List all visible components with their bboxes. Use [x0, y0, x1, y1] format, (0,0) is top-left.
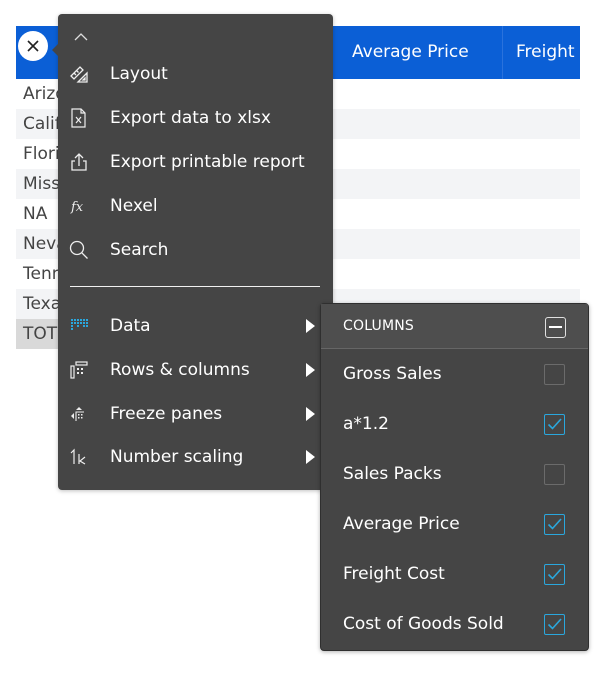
rows-columns-icon	[68, 359, 90, 381]
menu-item-number-scaling[interactable]: Number scaling	[58, 437, 333, 477]
search-icon	[68, 239, 90, 261]
column-option-label: Sales Packs	[343, 464, 442, 484]
data-grid-icon	[68, 315, 90, 337]
menu-item-nexel[interactable]: fx Nexel	[58, 186, 333, 226]
number-scaling-icon	[68, 446, 90, 468]
columns-submenu: COLUMNS Gross Sales a*1.2 Sales Packs Av…	[320, 303, 589, 651]
column-header-freight[interactable]: Freight	[516, 26, 575, 79]
share-upload-icon	[68, 151, 90, 173]
menu-item-label: Rows & columns	[110, 360, 250, 380]
toggle-all-columns-checkbox[interactable]	[545, 317, 566, 338]
column-option-cost-of-goods-sold[interactable]: Cost of Goods Sold	[321, 599, 588, 649]
menu-item-rows-columns[interactable]: Rows & columns	[58, 350, 333, 390]
chevron-up-icon[interactable]	[72, 30, 90, 44]
submenu-title: COLUMNS	[343, 318, 414, 334]
checkmark-icon	[547, 418, 562, 430]
close-menu-button[interactable]	[18, 31, 48, 61]
column-option-freight-cost[interactable]: Freight Cost	[321, 549, 588, 599]
submenu-arrow-icon	[306, 363, 315, 377]
xlsx-file-icon	[68, 107, 90, 129]
fx-icon: fx	[68, 195, 90, 217]
menu-divider	[70, 286, 320, 287]
column-checkbox[interactable]	[544, 564, 565, 585]
column-header-average-price[interactable]: Average Price	[352, 26, 469, 79]
menu-item-label: Nexel	[110, 196, 158, 216]
column-option-label: Gross Sales	[343, 364, 442, 384]
column-option-a-1-2[interactable]: a*1.2	[321, 399, 588, 449]
checkmark-icon	[547, 518, 562, 530]
column-checkbox[interactable]	[544, 464, 565, 485]
freeze-panes-icon	[68, 403, 90, 425]
menu-item-label: Number scaling	[110, 447, 244, 467]
context-menu: Layout Export data to xlsx Export printa…	[52, 14, 333, 490]
menu-item-label: Export printable report	[110, 152, 305, 172]
column-checkbox[interactable]	[544, 414, 565, 435]
menu-item-data[interactable]: Data	[58, 306, 333, 346]
menu-item-label: Layout	[110, 64, 168, 84]
column-checkbox[interactable]	[544, 364, 565, 385]
column-option-label: a*1.2	[343, 414, 389, 434]
menu-item-layout[interactable]: Layout	[58, 54, 333, 94]
menu-item-search[interactable]: Search	[58, 230, 333, 270]
svg-text:fx: fx	[70, 200, 84, 215]
column-option-gross-sales[interactable]: Gross Sales	[321, 349, 588, 399]
checkmark-icon	[547, 618, 562, 630]
submenu-arrow-icon	[306, 319, 315, 333]
menu-item-label: Search	[110, 240, 169, 260]
checkmark-icon	[547, 568, 562, 580]
menu-item-label: Freeze panes	[110, 404, 223, 424]
column-option-label: Cost of Goods Sold	[343, 614, 504, 634]
menu-item-export-xlsx[interactable]: Export data to xlsx	[58, 98, 333, 138]
submenu-header: COLUMNS	[321, 304, 588, 349]
column-option-label: Freight Cost	[343, 564, 445, 584]
menu-item-export-report[interactable]: Export printable report	[58, 142, 333, 182]
submenu-arrow-icon	[306, 450, 315, 464]
column-option-sales-packs[interactable]: Sales Packs	[321, 449, 588, 499]
column-option-label: Average Price	[343, 514, 460, 534]
column-option-average-price[interactable]: Average Price	[321, 499, 588, 549]
close-icon	[27, 40, 39, 52]
column-divider	[502, 26, 503, 79]
menu-item-label: Data	[110, 316, 151, 336]
column-checkbox[interactable]	[544, 614, 565, 635]
ruler-triangle-icon	[68, 63, 90, 85]
menu-item-freeze-panes[interactable]: Freeze panes	[58, 394, 333, 434]
submenu-arrow-icon	[306, 407, 315, 421]
column-checkbox[interactable]	[544, 514, 565, 535]
menu-item-label: Export data to xlsx	[110, 108, 271, 128]
